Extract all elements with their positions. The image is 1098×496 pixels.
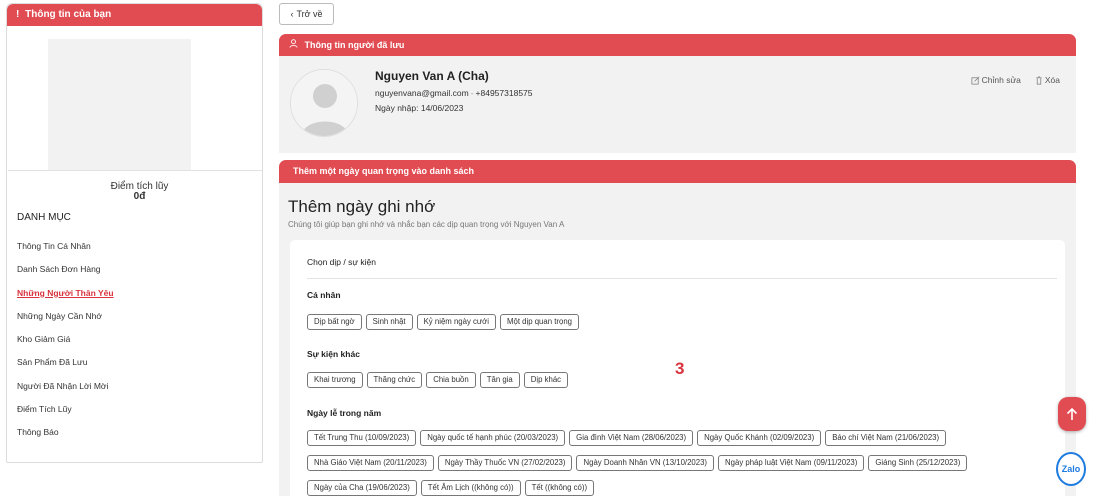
add-day-title: Thêm ngày ghi nhớ <box>288 197 436 216</box>
back-button[interactable]: ‹ Trở về <box>279 3 334 25</box>
holiday-row-1: Tết Trung Thu (10/09/2023) Ngày quốc tế … <box>307 430 947 446</box>
sidebar-item-points[interactable]: Điểm Tích Lũy <box>17 404 114 427</box>
occasion-picker: Chọn dịp / sự kiện Cá nhân Dịp bất ngờ S… <box>290 240 1065 496</box>
chip-condolence[interactable]: Chia buồn <box>426 372 476 388</box>
sidebar-divider <box>8 170 262 171</box>
add-day-subtitle: Chúng tôi giúp bạn ghi nhớ và nhắc bạn c… <box>288 220 565 229</box>
sidebar-item-loved-ones[interactable]: Những Người Thân Yêu <box>17 288 114 311</box>
edit-button[interactable]: Chỉnh sửa <box>971 75 1021 85</box>
chip-holiday[interactable]: Tết ((không có)) <box>524 480 595 496</box>
menu-section-title: DANH MỤC <box>17 212 71 223</box>
edit-label: Chỉnh sửa <box>981 75 1021 85</box>
person-name: Nguyen Van A (Cha) <box>375 69 489 83</box>
sidebar-item-saved-products[interactable]: Sản Phẩm Đã Lưu <box>17 357 114 380</box>
annotation-number: 3 <box>675 359 685 378</box>
chip-other[interactable]: Dịp khác <box>523 372 569 388</box>
edit-icon <box>971 76 979 84</box>
chevron-left-icon: ‹ <box>290 9 294 19</box>
chip-holiday[interactable]: Ngày Doanh Nhân VN (13/10/2023) <box>576 455 715 471</box>
profile-sidebar: ǃ Thông tin của bạn Điểm tích lũy 0đ DAN… <box>6 3 263 463</box>
saved-person-header-title: Thông tin người đã lưu <box>304 40 405 50</box>
sidebar-item-notifications[interactable]: Thông Báo <box>17 427 114 450</box>
holiday-row-3: Ngày của Cha (19/06/2023) Tết Âm Lịch ((… <box>307 480 595 496</box>
person-avatar <box>290 69 358 137</box>
chip-holiday[interactable]: Gia đình Việt Nam (28/06/2023) <box>569 430 694 446</box>
chip-holiday[interactable]: Báo chí Việt Nam (21/06/2023) <box>825 430 947 446</box>
chip-wedding-anniversary[interactable]: Kỷ niệm ngày cưới <box>416 314 496 330</box>
picker-divider <box>307 278 1057 279</box>
back-button-label: Trở về <box>296 9 323 19</box>
chip-holiday[interactable]: Nhà Giáo Việt Nam (20/11/2023) <box>307 455 434 471</box>
info-icon: ǃ <box>16 9 20 20</box>
choose-occasion-label: Chọn dịp / sự kiện <box>307 257 377 267</box>
chip-holiday[interactable]: Ngày quốc tế hạnh phúc (20/03/2023) <box>420 430 566 446</box>
saved-person-card: Thông tin người đã lưu Nguyen Van A (Cha… <box>279 34 1076 153</box>
person-email: nguyenvana@gmail.com <box>375 88 469 98</box>
delete-button[interactable]: Xóa <box>1035 75 1060 85</box>
delete-label: Xóa <box>1044 75 1060 85</box>
person-phone: +84957318575 <box>475 88 533 98</box>
chip-housewarming[interactable]: Tân gia <box>479 372 520 388</box>
chip-important-occasion[interactable]: Một dịp quan trọng <box>499 314 580 330</box>
personal-chips: Dịp bất ngờ Sinh nhật Kỷ niệm ngày cưới … <box>307 314 580 330</box>
person-contact: nguyenvana@gmail.com - +84957318575 <box>375 88 533 98</box>
section-personal-label: Cá nhân <box>307 290 341 300</box>
chip-birthday[interactable]: Sinh nhật <box>365 314 413 330</box>
add-day-card: Thêm một ngày quan trọng vào danh sách T… <box>279 160 1076 496</box>
chip-grand-opening[interactable]: Khai trương <box>307 372 363 388</box>
section-other-events-label: Sự kiện khác <box>307 349 360 359</box>
chip-promotion[interactable]: Thăng chức <box>366 372 423 388</box>
chip-holiday[interactable]: Tết Âm Lịch ((không có)) <box>420 480 521 496</box>
person-actions: Chỉnh sửa Xóa <box>971 75 1060 85</box>
chip-holiday[interactable]: Tết Trung Thu (10/09/2023) <box>307 430 417 446</box>
points-value: 0đ <box>133 191 146 202</box>
user-avatar-placeholder <box>48 39 191 170</box>
section-holidays-label: Ngày lễ trong năm <box>307 408 382 418</box>
sidebar-header-title: Thông tin của bạn <box>25 9 112 20</box>
user-icon <box>289 39 301 50</box>
sidebar-item-orders[interactable]: Danh Sách Đơn Hàng <box>17 264 114 287</box>
sidebar-item-invited[interactable]: Người Đã Nhận Lời Mời <box>17 381 114 404</box>
add-day-header: Thêm một ngày quan trọng vào danh sách <box>279 160 1076 183</box>
sidebar-menu: Thông Tin Cá Nhân Danh Sách Đơn Hàng Nhữ… <box>17 241 114 451</box>
chip-holiday[interactable]: Ngày của Cha (19/06/2023) <box>307 480 417 496</box>
chip-holiday[interactable]: Ngày Quốc Khánh (02/09/2023) <box>697 430 822 446</box>
sidebar-header: ǃ Thông tin của bạn <box>7 4 262 26</box>
zalo-chat-button[interactable]: Zalo <box>1056 452 1086 486</box>
holiday-row-2: Nhà Giáo Việt Nam (20/11/2023) Ngày Thầy… <box>307 455 968 471</box>
arrow-up-icon <box>1066 407 1078 420</box>
sidebar-item-personal-info[interactable]: Thông Tin Cá Nhân <box>17 241 114 264</box>
chip-holiday[interactable]: Giáng Sinh (25/12/2023) <box>868 455 968 471</box>
zalo-label: Zalo <box>1061 464 1081 474</box>
scroll-to-top-button[interactable] <box>1058 397 1086 431</box>
person-date: Ngày nhập: 14/06/2023 <box>375 103 464 113</box>
other-event-chips: Khai trương Thăng chức Chia buồn Tân gia… <box>307 372 569 388</box>
chip-surprise[interactable]: Dịp bất ngờ <box>307 314 362 330</box>
sidebar-item-important-days[interactable]: Những Ngày Cần Nhớ <box>17 311 114 334</box>
chip-holiday[interactable]: Ngày Thầy Thuốc VN (27/02/2023) <box>437 455 573 471</box>
saved-person-header: Thông tin người đã lưu <box>279 34 1076 56</box>
trash-icon <box>1036 76 1042 84</box>
chip-holiday[interactable]: Ngày pháp luật Việt Nam (09/11/2023) <box>718 455 865 471</box>
sidebar-item-vouchers[interactable]: Kho Giảm Giá <box>17 334 114 357</box>
